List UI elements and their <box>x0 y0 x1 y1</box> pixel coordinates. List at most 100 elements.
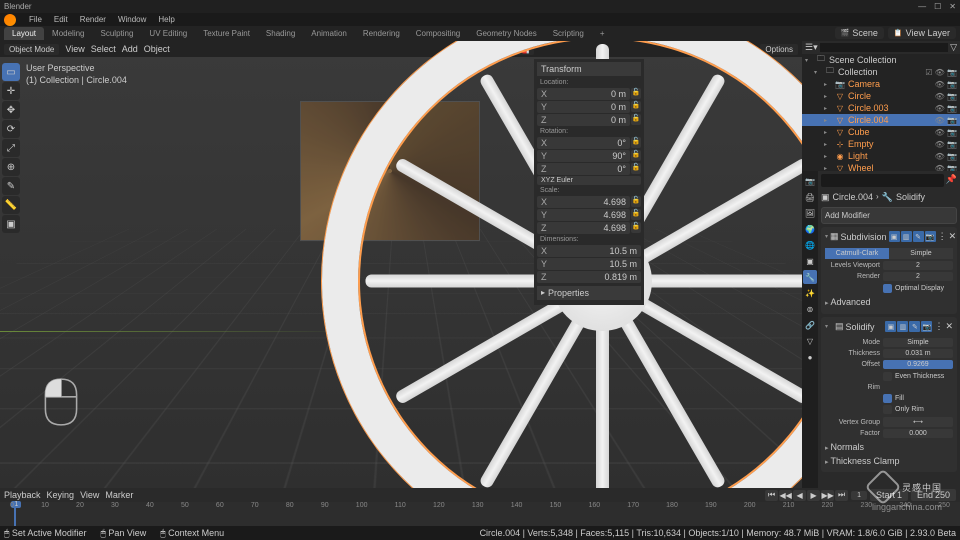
outliner-item[interactable]: ▸▽Wheel👁 📷 <box>802 162 960 171</box>
playback-menu[interactable]: Playback <box>4 490 41 500</box>
ptab-view[interactable]: 🖼 <box>803 206 817 220</box>
outliner-item[interactable]: ▸▽Circle.003👁 📷 <box>802 102 960 114</box>
scale-x[interactable]: X4.698 <box>537 196 630 208</box>
tool-move[interactable]: ✥ <box>2 101 20 119</box>
next-key-icon[interactable]: ▶▶ <box>821 490 834 501</box>
dim-x[interactable]: X10.5 m <box>537 245 641 257</box>
ptab-modifier[interactable]: 🔧 <box>803 270 817 284</box>
ptab-object[interactable]: ▣ <box>803 254 817 268</box>
mode-selector[interactable]: Object Mode <box>4 44 59 55</box>
workspace-modeling[interactable]: Modeling <box>44 27 92 40</box>
workspace-animation[interactable]: Animation <box>303 27 355 40</box>
add-modifier-button[interactable]: Add Modifier <box>821 207 957 224</box>
loc-x[interactable]: X0 m <box>537 88 630 100</box>
workspace-layout[interactable]: Layout <box>4 27 44 40</box>
catmull-tab[interactable]: Catmull-Clark <box>825 248 889 259</box>
vp-menu-add[interactable]: Add <box>122 44 138 54</box>
scale-y[interactable]: Y4.698 <box>537 209 630 221</box>
view-menu[interactable]: View <box>80 490 99 500</box>
workspace-rendering[interactable]: Rendering <box>355 27 408 40</box>
simple-tab[interactable]: Simple <box>889 248 953 259</box>
workspace-shading[interactable]: Shading <box>258 27 303 40</box>
subdiv-render[interactable]: 2 <box>883 272 953 281</box>
solidify-offset[interactable]: 0.9269 <box>883 360 953 369</box>
ptab-data[interactable]: ▽ <box>803 334 817 348</box>
scale-z[interactable]: Z4.698 <box>537 222 630 234</box>
workspace-sculpting[interactable]: Sculpting <box>93 27 142 40</box>
ptab-world[interactable]: 🌐 <box>803 238 817 252</box>
rot-y[interactable]: Y90° <box>537 150 630 162</box>
minimize-button[interactable]: — <box>918 2 926 11</box>
maximize-button[interactable]: ☐ <box>934 2 941 11</box>
tool-cursor[interactable]: ✛ <box>2 82 20 100</box>
outliner-item[interactable]: ▸▽Circle.004👁 📷 <box>802 114 960 126</box>
vp-menu-select[interactable]: Select <box>91 44 116 54</box>
mod-menu-icon[interactable]: ⋮ <box>938 231 947 242</box>
loc-y[interactable]: Y0 m <box>537 101 630 113</box>
rot-z[interactable]: Z0° <box>537 163 630 175</box>
menu-edit[interactable]: Edit <box>49 15 73 24</box>
properties-search[interactable] <box>821 174 944 187</box>
menu-window[interactable]: Window <box>113 15 151 24</box>
outliner-item[interactable]: ▸▽Cube👁 📷 <box>802 126 960 138</box>
menu-render[interactable]: Render <box>75 15 111 24</box>
workspace-geonodes[interactable]: Geometry Nodes <box>468 27 544 40</box>
outliner-search[interactable] <box>820 43 948 52</box>
even-thickness-check[interactable]: Even Thickness <box>825 371 953 382</box>
timeline-track[interactable]: 0102030405060708090100110120130140150160… <box>0 502 960 526</box>
ptab-material[interactable]: ● <box>803 350 817 364</box>
filter-icon[interactable]: ▽ <box>950 42 957 53</box>
pin-icon[interactable]: 📌 <box>946 174 957 187</box>
play-rev-icon[interactable]: ◀ <box>793 490 806 501</box>
keying-menu[interactable]: Keying <box>47 490 75 500</box>
marker-menu[interactable]: Marker <box>105 490 133 500</box>
tool-transform[interactable]: ⊕ <box>2 158 20 176</box>
jump-end-icon[interactable]: ⏭ <box>835 490 848 501</box>
play-icon[interactable]: ▶ <box>807 490 820 501</box>
current-frame[interactable]: 1 <box>851 491 867 500</box>
workspace-scripting[interactable]: Scripting <box>545 27 592 40</box>
ptab-particle[interactable]: ✨ <box>803 286 817 300</box>
viewport-3d[interactable]: Object Mode View Select Add Object 🌐 Glo… <box>0 41 802 488</box>
menu-help[interactable]: Help <box>153 15 179 24</box>
dim-y[interactable]: Y10.5 m <box>537 258 641 270</box>
tool-scale[interactable]: ⤢ <box>2 139 20 157</box>
prev-key-icon[interactable]: ◀◀ <box>779 490 792 501</box>
outliner-item[interactable]: ▸▽Circle👁 📷 <box>802 90 960 102</box>
mod-close-icon[interactable]: ✕ <box>949 231 957 242</box>
viewlayer-selector[interactable]: 📋 View Layer <box>888 27 956 39</box>
scene-selector[interactable]: 🎬 Scene <box>835 27 884 39</box>
workspace-uv[interactable]: UV Editing <box>141 27 195 40</box>
tool-addcube[interactable]: ▣ <box>2 215 20 233</box>
lock-icon[interactable]: 🔓 <box>631 88 641 99</box>
loc-z[interactable]: Z0 m <box>537 114 630 126</box>
menu-file[interactable]: File <box>24 15 47 24</box>
solidify-mode[interactable]: Simple <box>883 338 953 347</box>
fill-check[interactable]: Fill <box>825 393 953 404</box>
only-rim-check[interactable]: Only Rim <box>825 404 953 415</box>
outliner-item[interactable]: ▸⊹Empty👁 📷 <box>802 138 960 150</box>
outliner-filter-icon[interactable]: ☰▾ <box>805 42 818 53</box>
ptab-physics[interactable]: ⊚ <box>803 302 817 316</box>
subdiv-viewport[interactable]: 2 <box>883 261 953 270</box>
workspace-compositing[interactable]: Compositing <box>408 27 468 40</box>
solidify-factor[interactable]: 0.000 <box>883 429 953 438</box>
vp-menu-object[interactable]: Object <box>144 44 170 54</box>
rot-x[interactable]: X0° <box>537 137 630 149</box>
ptab-scene[interactable]: 🌍 <box>803 222 817 236</box>
workspace-texpaint[interactable]: Texture Paint <box>195 27 258 40</box>
outliner-collection[interactable]: ▾🗀Collection☑ 👁 📷 <box>802 66 960 78</box>
ptab-output[interactable]: 🖨 <box>803 190 817 204</box>
dim-z[interactable]: Z0.819 m <box>537 271 641 283</box>
solidify-thickness[interactable]: 0.031 m <box>883 349 953 358</box>
vertex-group[interactable]: ⟷ <box>883 417 953 427</box>
vp-menu-view[interactable]: View <box>65 44 84 54</box>
tool-select[interactable]: ▭ <box>2 63 20 81</box>
workspace-add[interactable]: + <box>592 27 613 40</box>
tool-annotate[interactable]: ✎ <box>2 177 20 195</box>
optimal-display-check[interactable]: Optimal Display <box>825 283 953 294</box>
outliner-item[interactable]: ▸📷Camera👁 📷 <box>802 78 960 90</box>
jump-start-icon[interactable]: ⏮ <box>765 490 778 501</box>
ptab-constraint[interactable]: 🔗 <box>803 318 817 332</box>
rot-mode[interactable]: XYZ Euler <box>537 176 641 185</box>
